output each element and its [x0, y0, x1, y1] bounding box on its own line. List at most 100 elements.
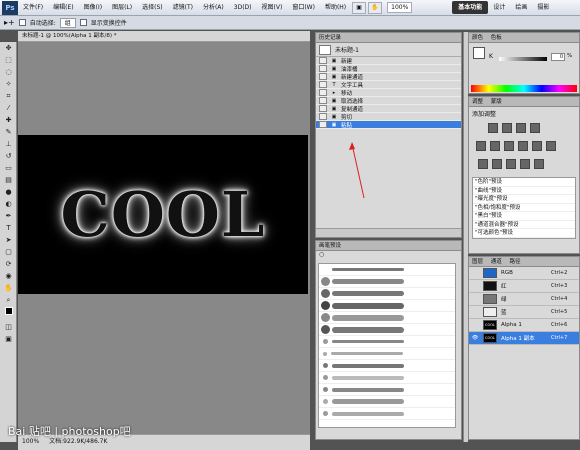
- brush-preset[interactable]: [319, 360, 455, 372]
- channel-row[interactable]: 绿 Ctrl+4: [469, 293, 579, 306]
- history-source-checkbox[interactable]: [319, 97, 327, 104]
- history-item[interactable]: ▣ 新建: [316, 57, 461, 65]
- brush-preset[interactable]: [319, 384, 455, 396]
- menu-image[interactable]: 图像(I): [79, 0, 107, 16]
- workspace-essentials[interactable]: 基本功能: [452, 1, 489, 14]
- brush-preset[interactable]: [319, 276, 455, 288]
- brush-preset[interactable]: [319, 372, 455, 384]
- preset-levels[interactable]: "色阶"预设: [473, 178, 575, 187]
- history-item[interactable]: ▣ 剪切: [316, 113, 461, 121]
- history-item[interactable]: ▣ 取消选择: [316, 97, 461, 105]
- channel-row[interactable]: 👁 COOL Alpha 1 副本 Ctrl+7: [469, 332, 579, 345]
- history-source-checkbox[interactable]: [319, 105, 327, 112]
- brush-preset[interactable]: [319, 408, 455, 420]
- zoom-select[interactable]: 100%: [387, 2, 413, 13]
- preset-hue-saturation[interactable]: "色相/饱和度"预设: [473, 204, 575, 212]
- document-tab[interactable]: 未标题-1 @ 100%(Alpha 1 副本/8) *: [18, 31, 310, 42]
- workspace-painting[interactable]: 绘画: [510, 0, 532, 16]
- adjustments-tab[interactable]: 调整: [472, 99, 483, 105]
- path-select-icon[interactable]: ➤: [2, 235, 15, 246]
- history-source-checkbox[interactable]: [319, 121, 327, 128]
- foreground-color-swatch[interactable]: [473, 47, 485, 59]
- preset-channel-mixer[interactable]: "通道混合器"预设: [473, 221, 575, 229]
- history-item[interactable]: ▸ 移动: [316, 89, 461, 97]
- color-swatches-icon[interactable]: [2, 307, 15, 321]
- hue-saturation-icon[interactable]: [489, 141, 500, 151]
- photo-filter-icon[interactable]: [531, 141, 542, 151]
- threshold-icon[interactable]: [505, 159, 516, 169]
- brush-preset[interactable]: [319, 324, 455, 336]
- menu-3d[interactable]: 3D(D): [229, 0, 257, 16]
- move-icon[interactable]: ✥: [2, 43, 15, 54]
- brush-preset[interactable]: [319, 336, 455, 348]
- stamp-icon[interactable]: ⊥: [2, 139, 15, 150]
- preset-black-white[interactable]: "黑白"预设: [473, 212, 575, 221]
- auto-select-dropdown[interactable]: 组: [59, 17, 76, 28]
- history-item[interactable]: ▣ 粘贴: [316, 121, 461, 129]
- type-icon[interactable]: T: [2, 223, 15, 234]
- magic-wand-icon[interactable]: ✧: [2, 79, 15, 90]
- workspace-photography[interactable]: 摄影: [532, 0, 554, 16]
- gradient-icon[interactable]: ▤: [2, 175, 15, 186]
- healing-icon[interactable]: ✚: [2, 115, 15, 126]
- history-source-checkbox[interactable]: [319, 57, 327, 64]
- brush-preset[interactable]: [319, 300, 455, 312]
- eyedropper-icon[interactable]: ⁄: [2, 103, 15, 114]
- color-balance-icon[interactable]: [503, 141, 514, 151]
- menu-edit[interactable]: 编辑(E): [48, 0, 78, 16]
- menu-help[interactable]: 帮助(H): [320, 0, 351, 16]
- curves-icon[interactable]: [515, 123, 526, 133]
- dodge-icon[interactable]: ◐: [2, 199, 15, 210]
- eraser-icon[interactable]: ▭: [2, 163, 15, 174]
- marquee-icon[interactable]: ⬚: [2, 55, 15, 66]
- menu-select[interactable]: 选择(S): [137, 0, 168, 16]
- brightness-icon[interactable]: [488, 123, 498, 133]
- brush-list[interactable]: [318, 263, 456, 428]
- exposure-icon[interactable]: [529, 123, 540, 133]
- quick-mask-icon[interactable]: ◫: [2, 322, 15, 333]
- 3d-camera-icon[interactable]: ◉: [2, 271, 15, 282]
- blur-icon[interactable]: ●: [2, 187, 15, 198]
- invert-icon[interactable]: [478, 159, 488, 169]
- preset-curves[interactable]: "曲线"预设: [473, 187, 575, 195]
- channel-row[interactable]: COOL Alpha 1 Ctrl+6: [469, 319, 579, 332]
- channel-row[interactable]: 红 Ctrl+3: [469, 280, 579, 293]
- shape-icon[interactable]: ▢: [2, 247, 15, 258]
- 3d-rotate-icon[interactable]: ⟳: [2, 259, 15, 270]
- history-tab[interactable]: 历史记录: [316, 33, 461, 43]
- k-slider[interactable]: [499, 57, 547, 61]
- paths-tab[interactable]: 路径: [510, 259, 521, 265]
- history-snapshot[interactable]: 未标题-1: [316, 43, 461, 57]
- history-source-checkbox[interactable]: [319, 65, 327, 72]
- channels-tab[interactable]: 通道: [491, 259, 502, 265]
- menu-file[interactable]: 文件(F): [18, 0, 48, 16]
- preset-selective-color[interactable]: "可选颜色"预设: [473, 229, 575, 238]
- move-tool-icon[interactable]: ▸+: [4, 18, 15, 27]
- brush-icon[interactable]: ✎: [2, 127, 15, 138]
- preset-exposure[interactable]: "曝光度"预设: [473, 195, 575, 204]
- crop-icon[interactable]: ⌗: [2, 91, 15, 102]
- menu-layer[interactable]: 图层(L): [107, 0, 137, 16]
- history-item[interactable]: ▣ 复制通道: [316, 105, 461, 113]
- channel-mixer-icon[interactable]: [545, 141, 556, 151]
- history-source-checkbox[interactable]: [319, 89, 327, 96]
- layers-tab[interactable]: 图层: [472, 259, 483, 265]
- history-source-checkbox[interactable]: [319, 81, 327, 88]
- menu-analysis[interactable]: 分析(A): [198, 0, 229, 16]
- history-brush-icon[interactable]: ↺: [2, 151, 15, 162]
- color-tab[interactable]: 颜色: [472, 35, 483, 41]
- hand-icon[interactable]: ✋: [368, 1, 383, 14]
- brush-preset[interactable]: [319, 312, 455, 324]
- history-item[interactable]: ▣ 油漆桶: [316, 65, 461, 73]
- show-transform-checkbox[interactable]: [79, 19, 87, 26]
- brush-preset[interactable]: [319, 264, 455, 276]
- channel-row[interactable]: 蓝 Ctrl+5: [469, 306, 579, 319]
- zoom-tool-icon[interactable]: ⌕: [2, 295, 15, 306]
- visibility-eye-icon[interactable]: 👁: [471, 335, 479, 341]
- canvas[interactable]: COOL: [18, 135, 308, 294]
- posterize-icon[interactable]: [491, 159, 502, 169]
- brush-preset[interactable]: [319, 288, 455, 300]
- history-source-checkbox[interactable]: [319, 73, 327, 80]
- workspace-design[interactable]: 设计: [488, 0, 510, 16]
- hand-tool-icon[interactable]: ✋: [2, 283, 15, 294]
